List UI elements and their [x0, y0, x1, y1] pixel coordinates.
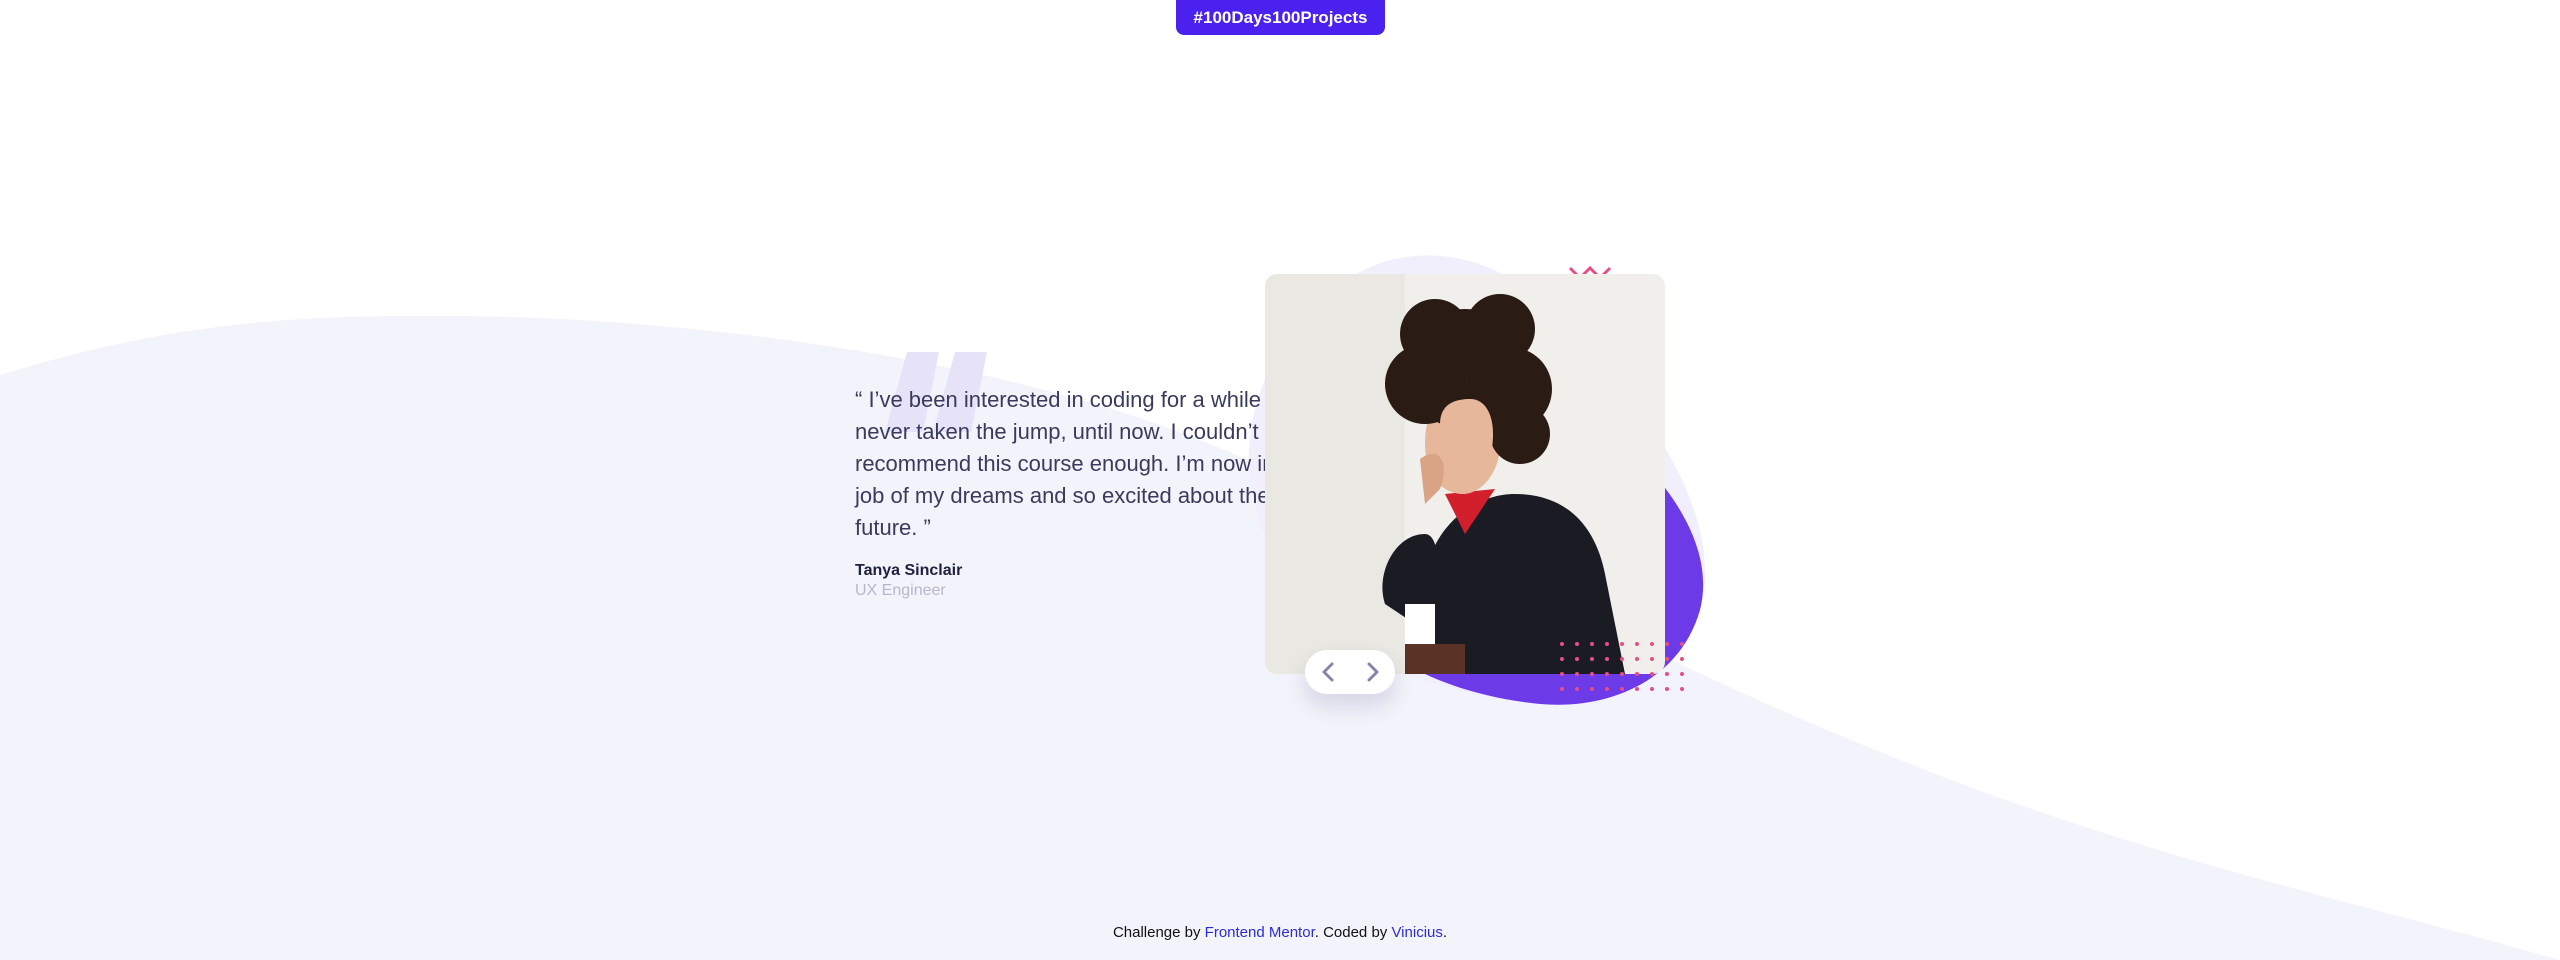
testimonial-quote: “ I’ve been interested in coding for a w… — [855, 387, 1312, 540]
author-role: UX Engineer — [855, 582, 946, 599]
next-button[interactable] — [1350, 650, 1395, 694]
profile-photo — [1265, 274, 1665, 674]
portrait-illustration — [1265, 274, 1665, 674]
attribution-footer: Challenge by Frontend Mentor. Coded by V… — [0, 924, 2560, 941]
page: #100Days100Projects “ I’ve been interest… — [0, 0, 2560, 960]
author-name: Tanya Sinclair — [855, 562, 963, 579]
testimonial: “ I’ve been interested in coding for a w… — [855, 384, 1325, 600]
slider-navigation — [1305, 650, 1395, 694]
frontend-mentor-link[interactable]: Frontend Mentor — [1205, 924, 1315, 941]
footer-suffix: . — [1442, 924, 1448, 941]
author-link[interactable]: Vinicius — [1391, 924, 1442, 941]
hashtag-badge[interactable]: #100Days100Projects — [1176, 0, 1385, 35]
chevron-right-icon — [1367, 662, 1378, 682]
footer-middle: . Coded by — [1314, 924, 1392, 941]
dots-pattern — [1560, 642, 1684, 691]
photo-frame — [1265, 274, 1665, 674]
prev-button[interactable] — [1305, 650, 1350, 694]
footer-prefix: Challenge by — [1112, 924, 1205, 941]
chevron-left-icon — [1322, 662, 1333, 682]
